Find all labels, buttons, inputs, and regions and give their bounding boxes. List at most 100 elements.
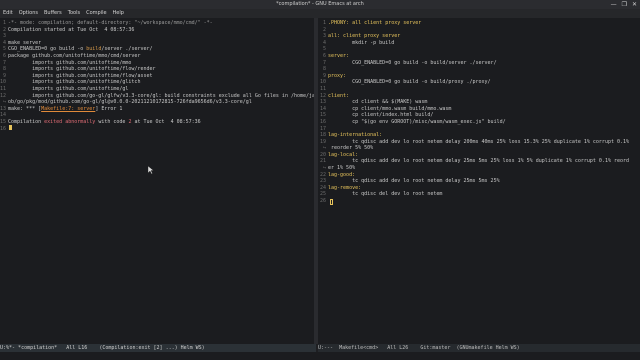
code-line[interactable]: 20 lag-local: [318,152,640,159]
menu-edit[interactable]: Edit [3,9,13,18]
code-line[interactable]: 26 [318,198,640,205]
code-line[interactable]: 18 lag-international: [318,132,640,139]
mouse-pointer-icon [148,166,154,174]
menu-compile[interactable]: Compile [86,9,106,18]
line-number: 7 [2,59,6,66]
menu-tools[interactable]: Tools [68,9,80,18]
code-line[interactable]: 5 [318,46,640,53]
line-number: ↪ [2,99,6,106]
code-line[interactable]: ↪ ob/go/pkg/mod/github.com/go-gl/gl@v0.0.… [0,99,314,106]
code-line[interactable]: 8 imports github.com/unitoftime/flow/ren… [0,66,314,73]
line-text [8,126,314,133]
code-line[interactable]: 7 CGO_ENABLED=0 go build -o build/server… [318,60,640,67]
text-segment: CGO_ENABLED=0 go build -o build/proxy ./… [328,79,491,86]
line-number: 10 [319,79,326,86]
code-line[interactable]: 7 imports github.com/unitoftime/mmo [0,60,314,67]
code-line[interactable]: 4 mkdir -p build [318,40,640,47]
code-line[interactable]: 5 CGO_ENABLED=0 go build -o build/server … [0,46,314,53]
text-segment: with code [95,118,129,125]
line-number: 17 [319,125,326,132]
line-number: 2 [2,26,6,33]
compilation-buffer[interactable]: 1 -*- mode: compilation; default-director… [0,20,314,132]
line-number: 12 [319,92,326,99]
code-line[interactable]: 19 tc qdisc add dev lo root netem delay … [318,139,640,146]
code-line[interactable]: 9 proxy: [318,73,640,80]
text-segment: imports github.com/unitoftime/flow/asset [8,72,153,79]
code-line[interactable]: 6 server: [318,53,640,60]
text-segment: .PHONY: all client proxy server [328,20,422,26]
text-segment: Compilation started at Tue Oct 4 08:57:3… [8,26,135,33]
code-line[interactable]: 2 Compilation started at Tue Oct 4 08:57:… [0,27,314,34]
code-line[interactable]: 25 tc qdisc del dev lo root netem [318,191,640,198]
text-segment: mkdir -p build [328,39,395,46]
line-number: 14 [0,112,7,119]
title-bar: *compilation* - GNU Emacs at arch — ❐ ✕ [0,0,640,9]
makefile-window[interactable]: 1 .PHONY: all client proxy server 2 3 all: c… [318,18,640,344]
text-segment: imports github.com/go-gl/glfw/v3.3-core/… [8,92,314,99]
line-text: imports github.com/unitoftime/mmo [8,60,314,67]
text-segment: cd client && $(MAKE) wasm [328,99,428,106]
code-line[interactable]: 1 .PHONY: all client proxy server [318,20,640,27]
menu-bar: Edit Options Buffers Tools Compile Help [0,9,640,18]
code-line[interactable]: 3 [0,33,314,40]
line-number: 21 [319,158,326,165]
code-line[interactable]: 11 [318,86,640,93]
menu-buffers[interactable]: Buffers [44,9,62,18]
code-line[interactable]: 13 cd client && $(MAKE) wasm [318,99,640,106]
modeline-compilation: U:%*- *compilation* All L16 (Compilation… [0,344,316,352]
code-line[interactable]: 10 imports github.com/unitoftime/glitch [0,79,314,86]
code-line[interactable]: 4 make server [0,40,314,47]
text-segment: CGO_ENABLED=0 go build -o [8,46,87,53]
code-line[interactable]: 15 Compilation exited abnormally with cod… [0,119,314,126]
line-text: tc qdisc add dev lo root netem delay 200… [328,139,640,146]
line-text: ob/go/pkg/mod/github.com/go-gl/gl@v0.0.0… [8,99,314,106]
compilation-window[interactable]: 1 -*- mode: compilation; default-director… [0,18,314,344]
line-number: 3 [2,33,6,40]
window-controls: — ❐ ✕ [611,0,637,9]
code-line[interactable]: 12 client: [318,93,640,100]
code-line[interactable]: 12 imports github.com/go-gl/glfw/v3.3-co… [0,93,314,100]
text-segment: tc qdisc add dev lo root netem delay 25m… [328,178,500,185]
line-number: 12 [0,92,7,99]
code-line[interactable]: 24 lag-remove: [318,185,640,192]
code-line[interactable]: 16 cp "$(go env GOROOT)/misc/wasm/wasm_e… [318,119,640,126]
code-line[interactable]: 14 [0,112,314,119]
code-line[interactable]: 8 [318,66,640,73]
line-text: reorder 5% 50% [328,145,640,152]
code-line[interactable]: 1 -*- mode: compilation; default-director… [0,20,314,27]
code-line[interactable]: ↪ er 1% 50% [318,165,640,172]
code-line[interactable]: 13 make: *** [Makefile:7: server] Error 1 [0,106,314,113]
code-line[interactable]: 2 [318,27,640,34]
code-line[interactable]: ↪ reorder 5% 50% [318,145,640,152]
code-line[interactable]: 10 CGO_ENABLED=0 go build -o build/proxy… [318,79,640,86]
code-line[interactable]: 23 tc qdisc add dev lo root netem delay … [318,178,640,185]
line-number: 4 [2,39,6,46]
code-line[interactable]: 22 lag-good: [318,172,640,179]
close-icon[interactable]: ✕ [632,0,637,9]
code-line[interactable]: 21 tc qdisc add dev lo root netem delay … [318,158,640,165]
code-line[interactable]: 14 cp client/mmo.wasm build/mmo.wasm [318,106,640,113]
makefile-buffer[interactable]: 1 .PHONY: all client proxy server 2 3 all: c… [318,20,640,205]
line-text: -*- mode: compilation; default-directory… [8,20,314,27]
text-segment: build [86,46,102,53]
code-line[interactable]: 9 imports github.com/unitoftime/flow/ass… [0,73,314,80]
line-text: package github.com/unitoftime/mmo/cmd/se… [8,53,314,60]
menu-help[interactable]: Help [113,9,124,18]
code-line[interactable]: 15 cp client/index.html build/ [318,112,640,119]
text-segment: cp client/index.html build/ [328,112,434,119]
code-line[interactable]: 17 [318,126,640,133]
text-segment[interactable]: Makefile:7: server [41,106,95,112]
minibuffer[interactable] [0,352,640,360]
code-line[interactable]: 6 package github.com/unitoftime/mmo/cmd/s… [0,53,314,60]
line-text: tc qdisc del dev lo root netem [328,191,640,198]
line-number: 11 [319,85,326,92]
line-text [328,126,640,133]
maximize-icon[interactable]: ❐ [622,0,627,9]
code-line[interactable]: 11 imports github.com/unitoftime/gl [0,86,314,93]
text-segment: exited abnormally [44,118,96,125]
code-line[interactable]: 16 [0,126,314,133]
code-line[interactable]: 3 all: client proxy server [318,33,640,40]
minimize-icon[interactable]: — [611,0,617,9]
line-number: 1 [322,20,326,26]
menu-options[interactable]: Options [19,9,38,18]
